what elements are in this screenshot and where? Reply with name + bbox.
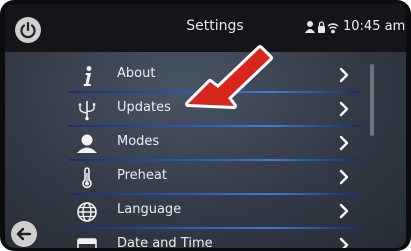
globe-icon: [77, 202, 97, 222]
device-bezel: Settings 10:45 am About Updates Modes Pr…: [0, 0, 411, 251]
menu-item-language[interactable]: Language: [65, 194, 365, 229]
wifi-icon: [327, 23, 339, 34]
person-icon: [305, 21, 315, 33]
chef-hat-icon: [77, 134, 97, 153]
menu-item-label: Preheat: [117, 168, 167, 183]
arrow-left-icon: [16, 227, 32, 241]
scrollbar[interactable]: [370, 64, 374, 136]
menu-item-label: About: [117, 66, 156, 81]
chevron-right-icon: [339, 203, 349, 219]
info-icon: [83, 66, 92, 86]
callout-arrow: [185, 45, 273, 109]
menu-item-modes[interactable]: Modes: [65, 126, 365, 161]
thermometer-icon: [82, 167, 92, 189]
menu-item-label: Date and Time: [117, 236, 213, 248]
clock: 10:45 am: [343, 19, 406, 34]
power-button[interactable]: [15, 17, 41, 43]
menu-item-label: Updates: [117, 100, 171, 115]
chevron-right-icon: [339, 169, 349, 185]
chevron-right-icon: [339, 101, 349, 117]
menu-item-preheat[interactable]: Preheat: [65, 160, 365, 195]
menu-item-label: Language: [117, 202, 182, 217]
menu-item-date-and-time[interactable]: Date and Time: [65, 228, 365, 248]
chevron-right-icon: [339, 135, 349, 151]
power-icon: [20, 21, 36, 39]
page-title: Settings: [186, 18, 244, 34]
calendar-icon: [77, 238, 97, 248]
lock-icon: [318, 21, 325, 33]
chevron-right-icon: [339, 67, 349, 83]
usb-icon: [78, 101, 96, 121]
back-button[interactable]: [11, 221, 37, 247]
menu-item-label: Modes: [117, 134, 160, 149]
chevron-right-icon: [339, 237, 349, 248]
status-icons: [305, 20, 339, 36]
